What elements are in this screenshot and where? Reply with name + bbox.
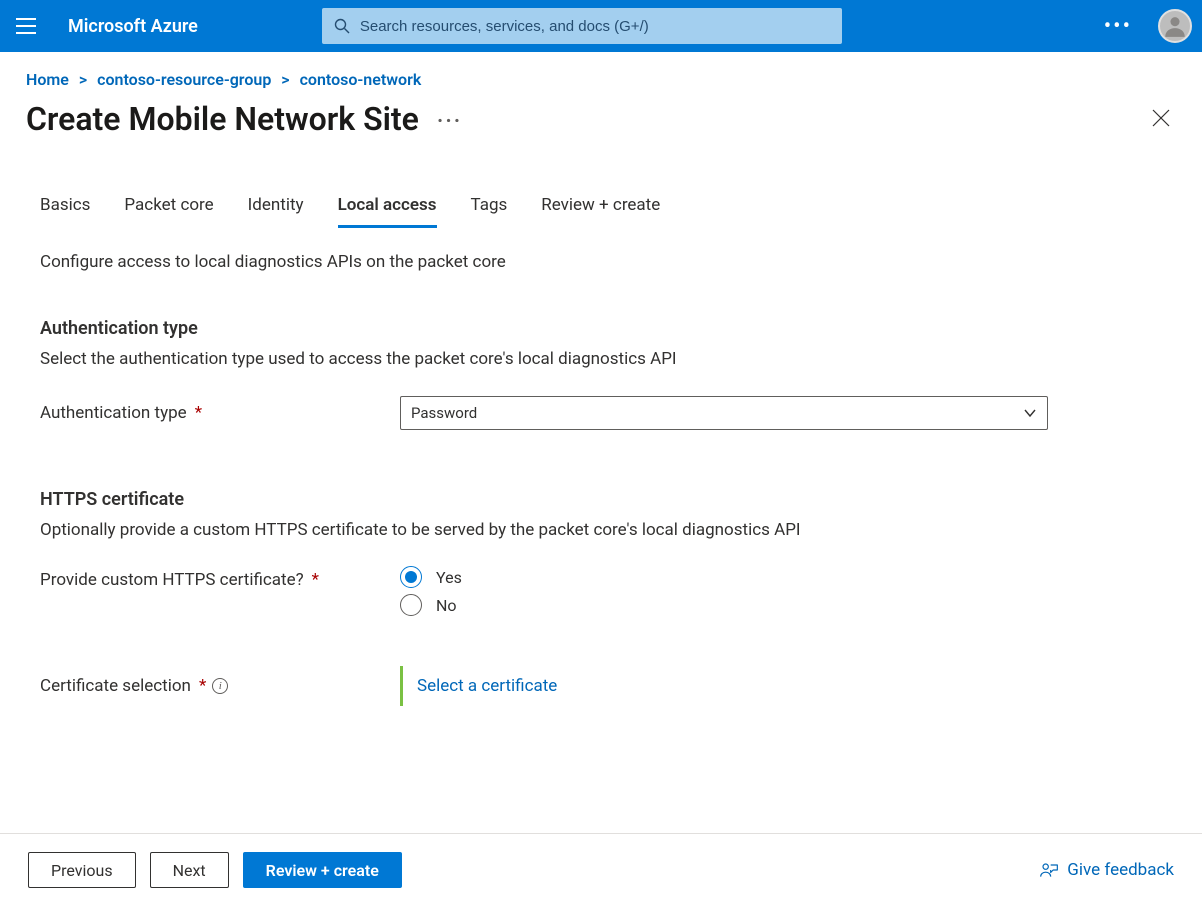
review-create-button[interactable]: Review + create — [243, 852, 402, 888]
auth-type-dropdown[interactable]: Password — [400, 396, 1048, 430]
tab-description: Configure access to local diagnostics AP… — [40, 252, 1162, 272]
auth-type-label: Authentication type * — [40, 403, 400, 423]
tab-local-access[interactable]: Local access — [338, 189, 437, 228]
required-indicator: * — [195, 403, 202, 423]
chevron-down-icon — [1023, 406, 1037, 420]
https-cert-heading: HTTPS certificate — [40, 489, 1162, 510]
hamburger-menu-button[interactable] — [0, 0, 52, 52]
tab-tags[interactable]: Tags — [471, 189, 508, 228]
cert-selection-label: Certificate selection * i — [40, 676, 400, 696]
cert-selection-field: Select a certificate — [400, 666, 1048, 706]
person-icon — [1162, 13, 1188, 39]
auth-type-heading: Authentication type — [40, 318, 1162, 339]
avatar[interactable] — [1158, 9, 1192, 43]
https-cert-subtext: Optionally provide a custom HTTPS certif… — [40, 520, 1162, 540]
give-feedback-link[interactable]: Give feedback — [1039, 860, 1174, 880]
select-certificate-link[interactable]: Select a certificate — [417, 676, 557, 696]
tab-packet-core[interactable]: Packet core — [124, 189, 213, 228]
next-button[interactable]: Next — [150, 852, 229, 888]
title-more-button[interactable]: ··· — [437, 109, 462, 134]
page-title: Create Mobile Network Site — [26, 100, 419, 138]
footer-bar: Previous Next Review + create Give feedb… — [0, 833, 1202, 906]
auth-type-selected-value: Password — [411, 404, 477, 422]
brand-label[interactable]: Microsoft Azure — [60, 16, 214, 37]
top-bar: Microsoft Azure ••• — [0, 0, 1202, 52]
tab-content: Configure access to local diagnostics AP… — [0, 228, 1202, 830]
required-indicator: * — [199, 676, 206, 696]
tab-identity[interactable]: Identity — [248, 189, 304, 228]
tab-review-create[interactable]: Review + create — [541, 189, 660, 228]
feedback-label: Give feedback — [1067, 860, 1174, 880]
close-button[interactable] — [1146, 99, 1176, 139]
tabs: Basics Packet core Identity Local access… — [40, 169, 1162, 228]
search-icon — [334, 18, 350, 34]
global-search — [322, 8, 842, 44]
breadcrumb-separator: > — [73, 70, 93, 89]
auth-type-subtext: Select the authentication type used to a… — [40, 349, 1162, 369]
radio-label-no: No — [436, 596, 457, 615]
search-field[interactable] — [322, 8, 842, 44]
info-icon[interactable]: i — [212, 678, 228, 694]
breadcrumb-resource-group[interactable]: contoso-resource-group — [97, 70, 271, 89]
radio-label-yes: Yes — [436, 568, 462, 587]
breadcrumb-home[interactable]: Home — [26, 70, 69, 89]
hamburger-icon — [16, 18, 36, 34]
previous-button[interactable]: Previous — [28, 852, 136, 888]
breadcrumb-separator: > — [275, 70, 295, 89]
provide-cert-label: Provide custom HTTPS certificate? * — [40, 566, 400, 590]
close-icon — [1152, 109, 1170, 127]
search-input[interactable] — [360, 18, 830, 35]
breadcrumb: Home > contoso-resource-group > contoso-… — [0, 52, 1202, 95]
breadcrumb-network[interactable]: contoso-network — [300, 70, 422, 89]
page-title-row: Create Mobile Network Site ··· — [0, 95, 1202, 169]
tab-basics[interactable]: Basics — [40, 189, 90, 228]
provide-cert-radio-yes[interactable] — [400, 566, 422, 588]
topbar-more-button[interactable]: ••• — [1090, 14, 1146, 39]
feedback-icon — [1039, 860, 1059, 880]
required-indicator: * — [312, 570, 319, 590]
provide-cert-radio-no[interactable] — [400, 594, 422, 616]
